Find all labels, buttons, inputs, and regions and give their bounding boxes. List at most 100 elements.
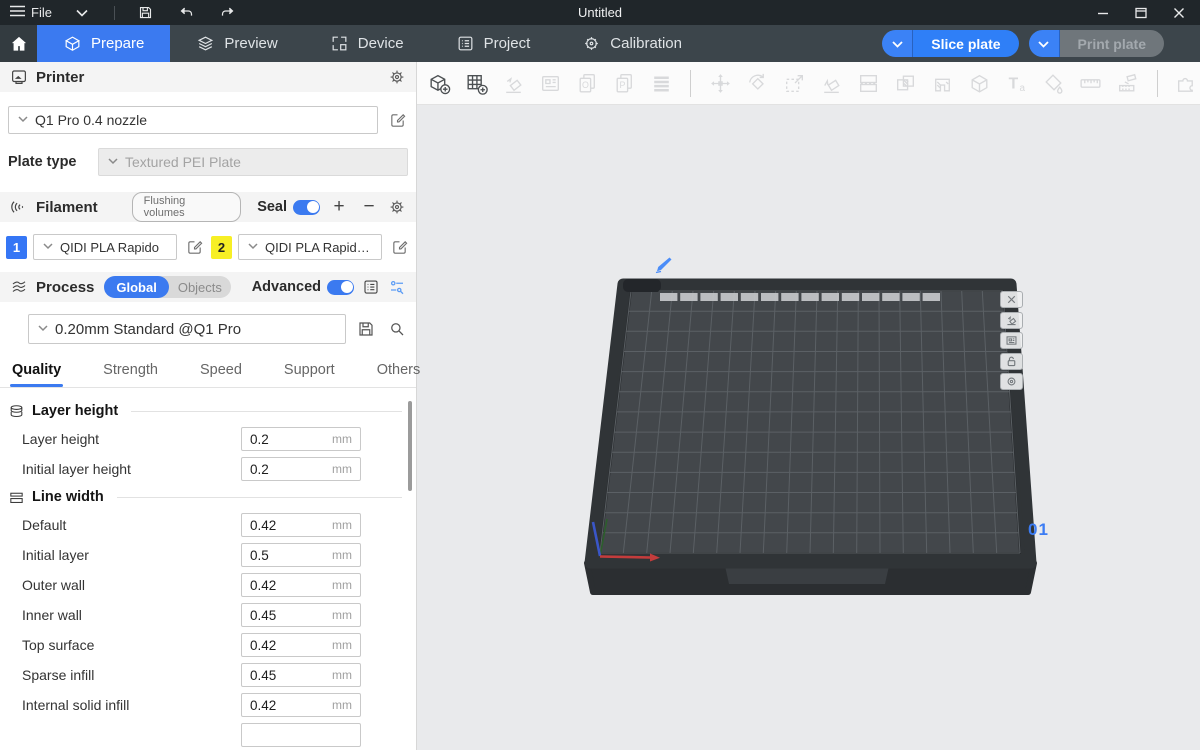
tab-preview[interactable]: Preview: [170, 25, 303, 62]
process-section-header: Process Global Objects Advanced: [0, 272, 416, 302]
main-tabs: Prepare Preview Device Project Calibration: [37, 25, 708, 62]
plate-type-select[interactable]: Textured PEI Plate: [98, 148, 408, 176]
maximize-button[interactable]: [1134, 6, 1148, 20]
setting-input[interactable]: 0.42 mm: [241, 573, 361, 597]
printer-icon: [10, 68, 28, 86]
setting-input[interactable]: 0.42 mm: [241, 513, 361, 537]
setting-input[interactable]: 0.2 mm: [241, 427, 361, 451]
svg-text:O: O: [582, 80, 589, 90]
slice-plate-dropdown[interactable]: [882, 30, 913, 57]
setting-input[interactable]: 0.5 mm: [241, 543, 361, 567]
edit-filament-1-icon[interactable]: [183, 236, 205, 258]
file-menu[interactable]: File: [10, 5, 52, 20]
split-to-parts-icon: P: [611, 70, 637, 97]
text-tool-icon: Ta: [1004, 70, 1030, 97]
lock-plate-icon[interactable]: [1000, 353, 1023, 370]
tab-label: Prepare: [91, 35, 144, 52]
auto-orient-plate-icon[interactable]: [1000, 312, 1023, 329]
setting-input[interactable]: 0.45 mm: [241, 603, 361, 627]
tab-project[interactable]: Project: [430, 25, 557, 62]
close-button[interactable]: [1172, 6, 1186, 20]
file-menu-chevron-icon[interactable]: [76, 9, 88, 17]
chevron-down-icon: [37, 321, 49, 338]
filament-2-select[interactable]: QIDI PLA Rapido M...: [238, 234, 382, 260]
scope-objects[interactable]: Objects: [169, 276, 231, 298]
seal-label: Seal: [257, 199, 287, 215]
setting-row: Initial layer height 0.2 mm: [0, 454, 416, 484]
edit-filament-2-icon[interactable]: [388, 236, 410, 258]
filament-settings-gear-icon[interactable]: [388, 198, 406, 216]
setting-row: [0, 720, 416, 750]
plate-settings-icon[interactable]: [1000, 373, 1023, 390]
setting-value: 0.2: [250, 432, 269, 447]
preview-icon: [196, 34, 215, 53]
color-painting-icon: [1041, 70, 1067, 97]
tab-device[interactable]: Device: [304, 25, 430, 62]
arrange-plate-icon[interactable]: [1000, 332, 1023, 349]
tab-prepare[interactable]: Prepare: [37, 25, 170, 62]
home-button[interactable]: [0, 25, 37, 62]
tab-label: Calibration: [610, 35, 682, 52]
filament-1-select[interactable]: QIDI PLA Rapido: [33, 234, 177, 260]
setting-unit: mm: [332, 668, 352, 682]
save-icon[interactable]: [137, 4, 154, 21]
project-icon: [456, 34, 475, 53]
flushing-volumes-button[interactable]: Flushing volumes: [132, 192, 242, 222]
setting-row: Sparse infill 0.45 mm: [0, 660, 416, 690]
arrange-icon: [537, 70, 563, 97]
plate-name-edit-icon[interactable]: [653, 255, 673, 275]
process-preset-select[interactable]: 0.20mm Standard @Q1 Pro: [28, 314, 346, 344]
settings-section-title: Line width: [32, 489, 104, 505]
remove-filament-button[interactable]: −: [358, 197, 380, 217]
process-tab-speed[interactable]: Speed: [200, 356, 242, 387]
advanced-toggle[interactable]: [327, 280, 354, 295]
split-to-objects-icon: O: [574, 70, 600, 97]
search-preset-icon[interactable]: [386, 318, 408, 340]
add-filament-button[interactable]: +: [328, 197, 350, 217]
scene[interactable]: 01: [417, 105, 1200, 750]
undo-icon[interactable]: [178, 4, 195, 21]
setting-label: Layer height: [22, 431, 241, 447]
tab-calibration[interactable]: Calibration: [556, 25, 708, 62]
plate-button-strip: [1000, 291, 1023, 390]
measure-icon: [1078, 70, 1104, 97]
seal-toggle[interactable]: [293, 200, 320, 215]
section-divider: [131, 411, 402, 412]
redo-icon[interactable]: [219, 4, 236, 21]
search-settings-icon[interactable]: [388, 278, 406, 296]
setting-value: 0.5: [250, 548, 269, 563]
setting-input[interactable]: 0.2 mm: [241, 457, 361, 481]
printer-section-header: Printer: [0, 62, 416, 92]
plate-type-value: Textured PEI Plate: [125, 154, 241, 170]
process-tab-support[interactable]: Support: [284, 356, 335, 387]
tab-label: Device: [358, 35, 404, 52]
setting-input[interactable]: 0.45 mm: [241, 663, 361, 687]
sidebar: Printer Q1 Pro 0.4 nozzle Plate type: [0, 62, 417, 750]
add-object-icon[interactable]: [426, 70, 452, 97]
process-tab-quality[interactable]: Quality: [12, 356, 61, 387]
delete-plate-icon[interactable]: [1000, 291, 1023, 308]
viewport-toolbar: O P Ta: [417, 62, 1200, 105]
scope-global[interactable]: Global: [104, 276, 168, 298]
filament-2-badge[interactable]: 2: [211, 236, 232, 259]
parameter-list-icon[interactable]: [362, 278, 380, 296]
setting-input[interactable]: 0.42 mm: [241, 633, 361, 657]
save-preset-icon[interactable]: [355, 318, 377, 340]
print-plate-dropdown[interactable]: [1029, 30, 1060, 57]
add-plate-icon[interactable]: [463, 70, 489, 97]
process-tab-strength[interactable]: Strength: [103, 356, 158, 387]
process-tab-others[interactable]: Others: [377, 356, 421, 387]
settings-scrollbar[interactable]: [408, 401, 412, 491]
slice-plate-button[interactable]: Slice plate: [913, 30, 1018, 57]
process-icon: [10, 278, 28, 296]
minimize-button[interactable]: [1096, 6, 1110, 20]
setting-unit: mm: [332, 518, 352, 532]
filament-1-badge[interactable]: 1: [6, 236, 27, 259]
edit-printer-icon[interactable]: [386, 109, 408, 131]
printer-select[interactable]: Q1 Pro 0.4 nozzle: [8, 106, 378, 134]
setting-input[interactable]: 0.42 mm: [241, 693, 361, 717]
printer-settings-gear-icon[interactable]: [388, 68, 406, 86]
file-menu-label: File: [31, 5, 52, 20]
build-plate[interactable]: [417, 105, 1200, 750]
device-icon: [330, 34, 349, 53]
